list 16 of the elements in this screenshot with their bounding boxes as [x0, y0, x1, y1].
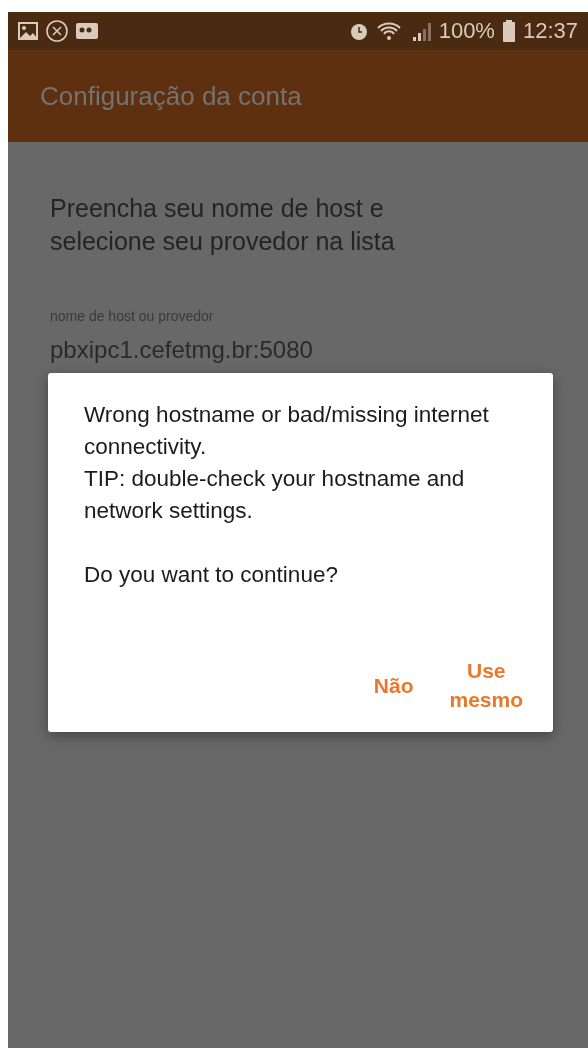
close-circle-icon — [46, 20, 68, 42]
dialog-button[interactable]: Use mesmo — [449, 656, 523, 714]
wifi-icon — [376, 21, 403, 41]
dialog-message: Wrong hostname or bad/missing internet connectivity. TIP: double-check your hostname and network settings. — [84, 401, 490, 525]
instruction-text: Preencha seu nome de host e selecione seu provedor na lista — [50, 193, 396, 257]
alarm-icon — [348, 21, 369, 41]
dialog-message: Do you want to continue? — [84, 561, 339, 589]
clock: 12:37 — [522, 18, 578, 44]
dialog-button[interactable]: Não — [373, 670, 414, 700]
battery-icon — [502, 20, 515, 42]
screen-title: Configuração da conta — [40, 80, 302, 112]
voicemail-icon — [76, 22, 100, 40]
hostname-field[interactable]: pbxipc1.cefetmg.br:5080 — [50, 336, 546, 364]
image-icon — [18, 22, 38, 40]
battery-level: 100% — [438, 18, 495, 44]
signal-icon — [410, 21, 431, 41]
